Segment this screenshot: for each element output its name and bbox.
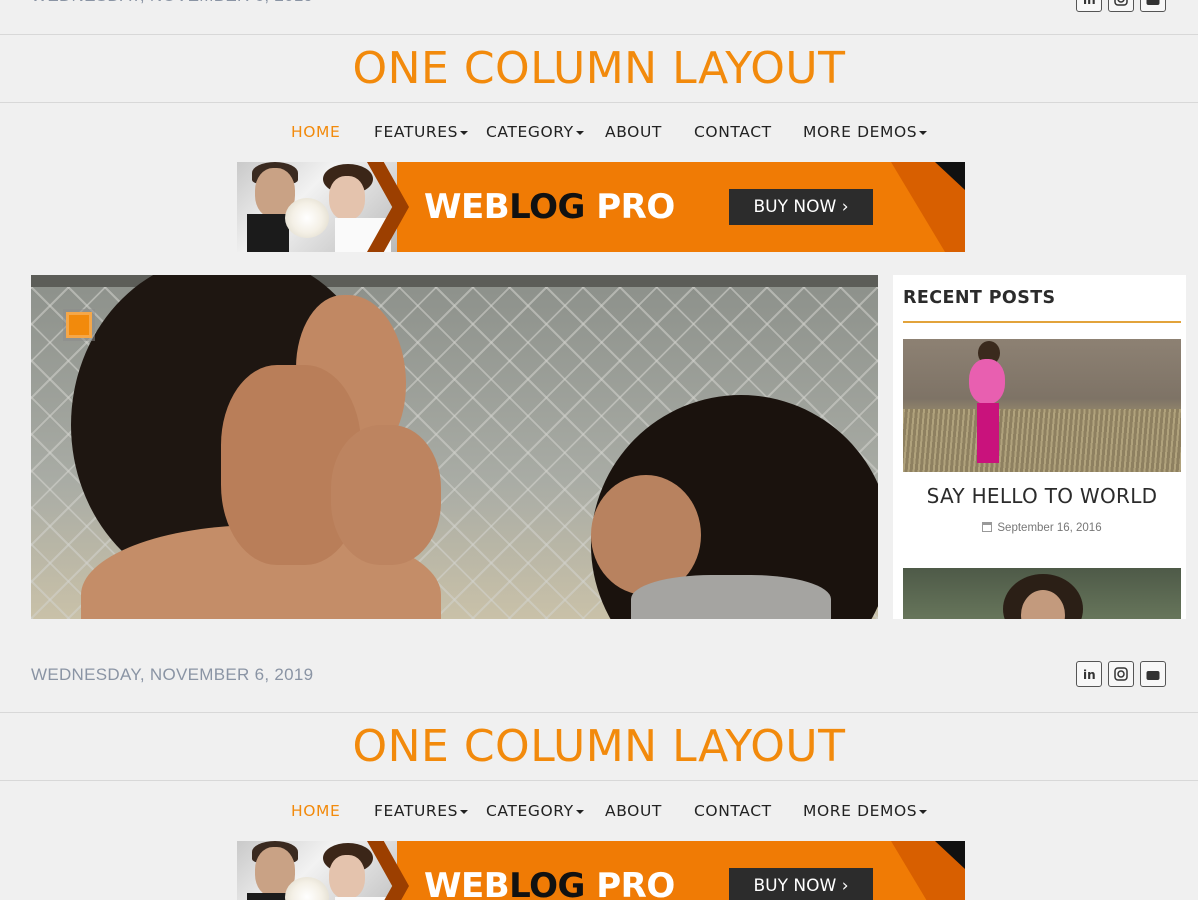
- buy-now-button[interactable]: BUY NOW ›: [729, 868, 873, 900]
- nav-category-label: CATEGORY: [486, 802, 574, 820]
- nav-features-label: FEATURES: [374, 123, 459, 141]
- banner-photo: [237, 162, 397, 252]
- linkedin-icon: in: [1083, 0, 1096, 7]
- banner-brand-pro: PRO: [584, 866, 675, 900]
- social-links: in: [1076, 0, 1166, 12]
- banner-brand-log: LOG: [509, 866, 585, 900]
- linkedin-link[interactable]: in: [1076, 0, 1102, 12]
- banner-brand: WEBLOG PRO: [424, 866, 675, 900]
- banner-brand-web: WEB: [424, 187, 510, 227]
- banner-brand-web: WEB: [424, 866, 510, 900]
- recent-post-thumbnail[interactable]: [903, 568, 1181, 619]
- nav-more-demos[interactable]: MORE DEMOS: [803, 123, 928, 141]
- chevron-down-icon: [460, 130, 469, 135]
- main-nav: HOME FEATURES CATEGORY ABOUT CONTACT MOR…: [0, 103, 1198, 161]
- sidebar-recent-posts: RECENT POSTS SAY HELLO TO WORLD Septembe…: [893, 275, 1186, 619]
- calendar-icon: [982, 522, 993, 532]
- nav-more-demos-label: MORE DEMOS: [803, 802, 918, 820]
- banner-brand: WEBLOG PRO: [424, 187, 675, 227]
- chevron-down-icon: [919, 809, 928, 814]
- featured-slider-image[interactable]: [31, 275, 878, 619]
- nav-contact[interactable]: CONTACT: [694, 802, 772, 820]
- nav-category[interactable]: CATEGORY: [486, 802, 584, 820]
- nav-contact[interactable]: CONTACT: [694, 123, 772, 141]
- site-title-bar: ONE COLUMN LAYOUT: [0, 712, 1198, 781]
- page: WEDNESDAY, NOVEMBER 6, 2019 in ONE COLUM…: [0, 0, 1198, 900]
- recent-post-title[interactable]: SAY HELLO TO WORLD: [903, 484, 1181, 508]
- youtube-icon: [1146, 671, 1160, 680]
- top-bar: WEDNESDAY, NOVEMBER 6, 2019 in: [0, 0, 1198, 20]
- buy-now-label: BUY NOW: [753, 876, 837, 896]
- nav-about[interactable]: ABOUT: [605, 802, 662, 820]
- recent-post-date-text: September 16, 2016: [997, 522, 1102, 534]
- nav-more-demos-label: MORE DEMOS: [803, 123, 918, 141]
- nav-features-label: FEATURES: [374, 802, 459, 820]
- chevron-right-icon: ›: [841, 876, 849, 896]
- svg-text:in: in: [1083, 668, 1096, 682]
- youtube-link[interactable]: [1140, 661, 1166, 687]
- recent-post-date: September 16, 2016: [903, 522, 1181, 534]
- chevron-right-icon: ›: [841, 197, 849, 217]
- nav-more-demos[interactable]: MORE DEMOS: [803, 802, 928, 820]
- promo-banner[interactable]: WEBLOG PRO BUY NOW ›: [237, 162, 965, 252]
- svg-text:in: in: [1083, 0, 1096, 7]
- buy-now-label: BUY NOW: [753, 197, 837, 217]
- site-title-bar: ONE COLUMN LAYOUT: [0, 34, 1198, 103]
- banner-brand-pro: PRO: [584, 187, 675, 227]
- social-links: in: [1076, 661, 1166, 687]
- nav-about[interactable]: ABOUT: [605, 123, 662, 141]
- post-format-icon: [66, 312, 92, 338]
- instagram-icon: [1114, 0, 1128, 6]
- nav-features[interactable]: FEATURES: [374, 123, 469, 141]
- recent-post-thumbnail[interactable]: [903, 339, 1181, 472]
- widget-divider: [903, 321, 1181, 323]
- chevron-down-icon: [460, 809, 469, 814]
- nav-category[interactable]: CATEGORY: [486, 123, 584, 141]
- nav-home[interactable]: HOME: [291, 802, 340, 820]
- linkedin-link[interactable]: in: [1076, 661, 1102, 687]
- linkedin-icon: in: [1083, 668, 1096, 682]
- promo-banner[interactable]: WEBLOG PRO BUY NOW ›: [237, 841, 965, 900]
- chevron-down-icon: [575, 130, 584, 135]
- chevron-down-icon: [919, 130, 928, 135]
- main-nav: HOME FEATURES CATEGORY ABOUT CONTACT MOR…: [0, 782, 1198, 840]
- top-bar: WEDNESDAY, NOVEMBER 6, 2019 in: [0, 661, 1198, 699]
- instagram-link[interactable]: [1108, 661, 1134, 687]
- banner-brand-log: LOG: [509, 187, 585, 227]
- nav-home[interactable]: HOME: [291, 123, 340, 141]
- widget-title: RECENT POSTS: [903, 288, 1056, 308]
- instagram-link[interactable]: [1108, 0, 1134, 12]
- youtube-link[interactable]: [1140, 0, 1166, 12]
- chevron-down-icon: [575, 809, 584, 814]
- buy-now-button[interactable]: BUY NOW ›: [729, 189, 873, 225]
- nav-category-label: CATEGORY: [486, 123, 574, 141]
- header-date: WEDNESDAY, NOVEMBER 6, 2019: [31, 665, 314, 684]
- site-title[interactable]: ONE COLUMN LAYOUT: [353, 35, 846, 102]
- youtube-icon: [1146, 0, 1160, 5]
- header-date: WEDNESDAY, NOVEMBER 6, 2019: [31, 0, 313, 6]
- nav-features[interactable]: FEATURES: [374, 802, 469, 820]
- site-title[interactable]: ONE COLUMN LAYOUT: [353, 713, 846, 780]
- instagram-icon: [1114, 667, 1128, 681]
